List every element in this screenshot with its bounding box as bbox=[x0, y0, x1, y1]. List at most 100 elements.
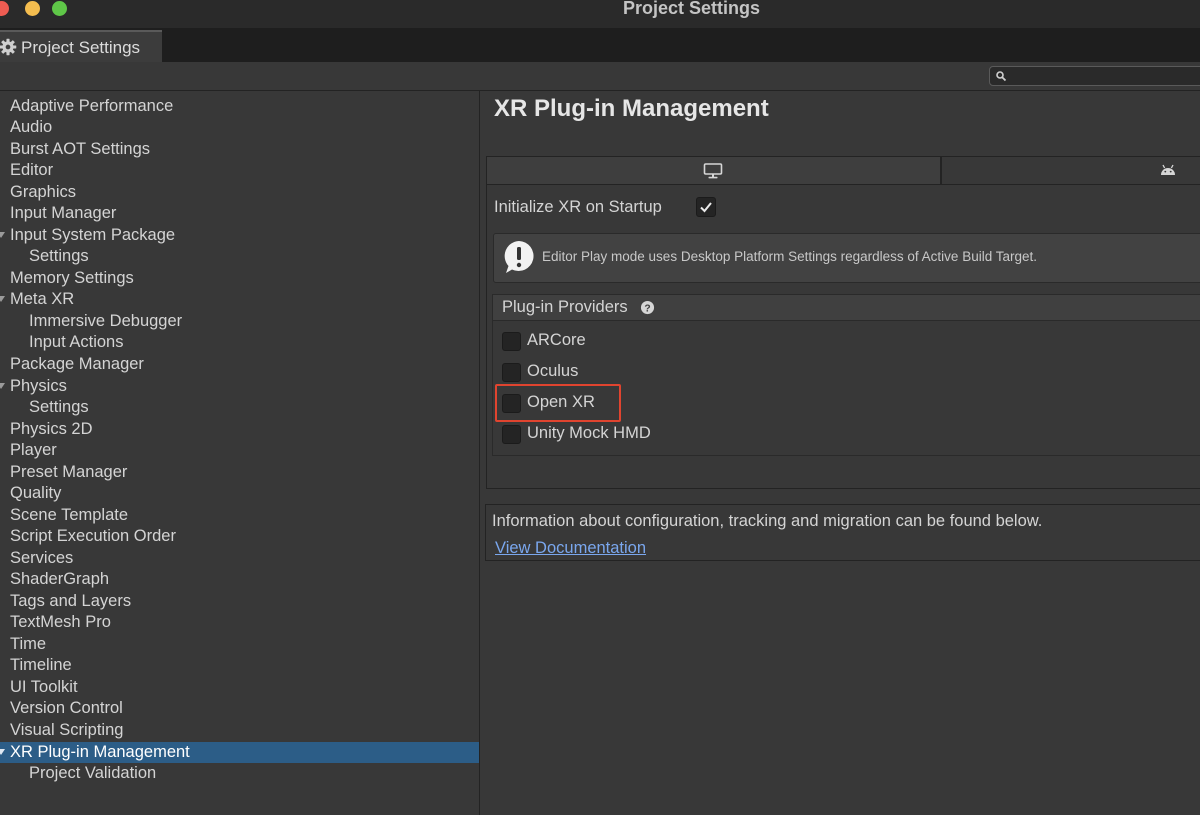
sidebar-item-physics-settings[interactable]: Settings bbox=[0, 397, 479, 418]
highlight-annotation-box bbox=[495, 384, 621, 422]
sidebar-item-memory-settings[interactable]: Memory Settings bbox=[0, 268, 479, 289]
tab-strip: Project Settings bbox=[0, 28, 1200, 62]
sidebar-item-label: XR Plug-in Management bbox=[10, 743, 190, 761]
sidebar-item-label: Audio bbox=[10, 118, 53, 136]
sidebar-item-label: Scene Template bbox=[10, 506, 129, 524]
sidebar-item-label: Memory Settings bbox=[10, 269, 134, 287]
info-helpbox: Editor Play mode uses Desktop Platform S… bbox=[493, 233, 1200, 283]
tab-project-settings[interactable]: Project Settings bbox=[0, 30, 162, 62]
sidebar-item-textmesh-pro[interactable]: TextMesh Pro bbox=[0, 612, 479, 633]
sidebar-item-preset-manager[interactable]: Preset Manager bbox=[0, 462, 479, 483]
provider-arcore[interactable]: ARCore bbox=[493, 330, 793, 354]
sidebar-item-immersive-debugger[interactable]: Immersive Debugger bbox=[0, 311, 479, 332]
sidebar-item-label: Input System Package bbox=[10, 226, 176, 244]
exclamation-icon bbox=[504, 241, 534, 273]
provider-unity-mock-hmd[interactable]: Unity Mock HMD bbox=[493, 423, 793, 447]
android-icon bbox=[1161, 164, 1175, 175]
sidebar-item-time[interactable]: Time bbox=[0, 634, 479, 655]
gear-icon bbox=[0, 38, 17, 56]
sidebar-item-label: Preset Manager bbox=[10, 463, 128, 481]
tab-android[interactable] bbox=[941, 156, 1200, 185]
window-title: Project Settings bbox=[622, 0, 761, 18]
expand-arrow-icon[interactable] bbox=[0, 296, 5, 302]
provider-oculus[interactable]: Oculus bbox=[493, 361, 793, 385]
sidebar-item-label: Player bbox=[10, 441, 57, 459]
monitor-icon bbox=[703, 163, 723, 179]
sidebar-item-version-control[interactable]: Version Control bbox=[0, 698, 479, 719]
sidebar-item-label: Quality bbox=[10, 484, 62, 502]
sidebar-item-label: Script Execution Order bbox=[10, 527, 176, 545]
search-field[interactable] bbox=[989, 66, 1200, 87]
sidebar-item-label: Graphics bbox=[10, 183, 77, 201]
help-icon[interactable]: ? bbox=[640, 300, 655, 315]
sidebar-item-quality[interactable]: Quality bbox=[0, 483, 479, 504]
expand-arrow-icon[interactable] bbox=[0, 383, 5, 389]
sidebar-item-package-manager[interactable]: Package Manager bbox=[0, 354, 479, 375]
sidebar-item-label: Settings bbox=[29, 398, 89, 416]
sidebar-item-label: Physics bbox=[10, 377, 67, 395]
sidebar-item-label: UI Toolkit bbox=[10, 678, 78, 696]
info-text: Information about configuration, trackin… bbox=[492, 512, 1043, 530]
settings-sidebar: Adaptive Performance Audio Burst AOT Set… bbox=[0, 91, 480, 815]
sidebar-item-label: Package Manager bbox=[10, 355, 144, 373]
provider-checkbox[interactable] bbox=[502, 363, 521, 382]
sidebar-item-burst-aot-settings[interactable]: Burst AOT Settings bbox=[0, 139, 479, 160]
toolbar bbox=[0, 62, 1200, 91]
sidebar-item-label: Settings bbox=[29, 247, 89, 265]
page-title: XR Plug-in Management bbox=[494, 95, 769, 122]
sidebar-item-input-system-package[interactable]: Input System Package bbox=[0, 225, 479, 246]
sidebar-item-services[interactable]: Services bbox=[0, 548, 479, 569]
sidebar-item-physics[interactable]: Physics bbox=[0, 376, 479, 397]
expand-arrow-icon[interactable] bbox=[0, 749, 5, 755]
sidebar-item-label: Version Control bbox=[10, 699, 123, 717]
documentation-info-panel: Information about configuration, trackin… bbox=[485, 504, 1200, 561]
sidebar-item-audio[interactable]: Audio bbox=[0, 117, 479, 138]
sidebar-item-tags-and-layers[interactable]: Tags and Layers bbox=[0, 591, 479, 612]
sidebar-item-label: Tags and Layers bbox=[10, 592, 132, 610]
sidebar-item-scene-template[interactable]: Scene Template bbox=[0, 505, 479, 526]
sidebar-item-xr-plugin-management[interactable]: XR Plug-in Management bbox=[0, 742, 479, 763]
help-message: Editor Play mode uses Desktop Platform S… bbox=[542, 249, 1037, 264]
sidebar-item-label: ShaderGraph bbox=[10, 570, 110, 588]
view-documentation-link[interactable]: View Documentation bbox=[495, 539, 646, 558]
platform-tabs bbox=[486, 156, 1200, 185]
search-input[interactable] bbox=[1010, 67, 1200, 87]
sidebar-item-label: Project Validation bbox=[29, 764, 157, 782]
sidebar-item-adaptive-performance[interactable]: Adaptive Performance bbox=[0, 96, 479, 117]
provider-label: Oculus bbox=[527, 362, 579, 380]
search-icon bbox=[996, 71, 1007, 82]
sidebar-item-editor[interactable]: Editor bbox=[0, 160, 479, 181]
sidebar-item-script-execution-order[interactable]: Script Execution Order bbox=[0, 526, 479, 547]
sidebar-item-physics-2d[interactable]: Physics 2D bbox=[0, 419, 479, 440]
initialize-xr-checkbox[interactable] bbox=[696, 197, 716, 217]
plugin-providers-label: Plug-in Providers bbox=[502, 298, 628, 316]
sidebar-item-input-actions[interactable]: Input Actions bbox=[0, 332, 479, 353]
tab-desktop[interactable] bbox=[486, 156, 941, 185]
sidebar-item-label: Input Manager bbox=[10, 204, 117, 222]
checkmark-icon bbox=[700, 202, 712, 213]
expand-arrow-icon[interactable] bbox=[0, 232, 5, 238]
sidebar-item-label: Physics 2D bbox=[10, 420, 93, 438]
sidebar-item-label: Immersive Debugger bbox=[29, 312, 183, 330]
provider-checkbox[interactable] bbox=[502, 425, 521, 444]
provider-label: Unity Mock HMD bbox=[527, 424, 651, 442]
sidebar-item-meta-xr[interactable]: Meta XR bbox=[0, 289, 479, 310]
tab-label: Project Settings bbox=[21, 38, 141, 57]
sidebar-item-project-validation[interactable]: Project Validation bbox=[0, 763, 479, 784]
provider-checkbox[interactable] bbox=[502, 332, 521, 351]
sidebar-item-timeline[interactable]: Timeline bbox=[0, 655, 479, 676]
sidebar-item-label: Adaptive Performance bbox=[10, 97, 174, 115]
plugin-providers-header: Plug-in Providers ? bbox=[492, 294, 1200, 321]
window-titlebar: Project Settings bbox=[0, 0, 1200, 28]
sidebar-item-label: Visual Scripting bbox=[10, 721, 124, 739]
sidebar-item-shadergraph[interactable]: ShaderGraph bbox=[0, 569, 479, 590]
sidebar-item-input-system-settings[interactable]: Settings bbox=[0, 246, 479, 267]
sidebar-item-label: Services bbox=[10, 549, 74, 567]
sidebar-item-player[interactable]: Player bbox=[0, 440, 479, 461]
sidebar-item-input-manager[interactable]: Input Manager bbox=[0, 203, 479, 224]
sidebar-item-visual-scripting[interactable]: Visual Scripting bbox=[0, 720, 479, 741]
sidebar-item-label: Input Actions bbox=[29, 333, 124, 351]
svg-text:?: ? bbox=[644, 303, 650, 314]
sidebar-item-graphics[interactable]: Graphics bbox=[0, 182, 479, 203]
sidebar-item-ui-toolkit[interactable]: UI Toolkit bbox=[0, 677, 479, 698]
